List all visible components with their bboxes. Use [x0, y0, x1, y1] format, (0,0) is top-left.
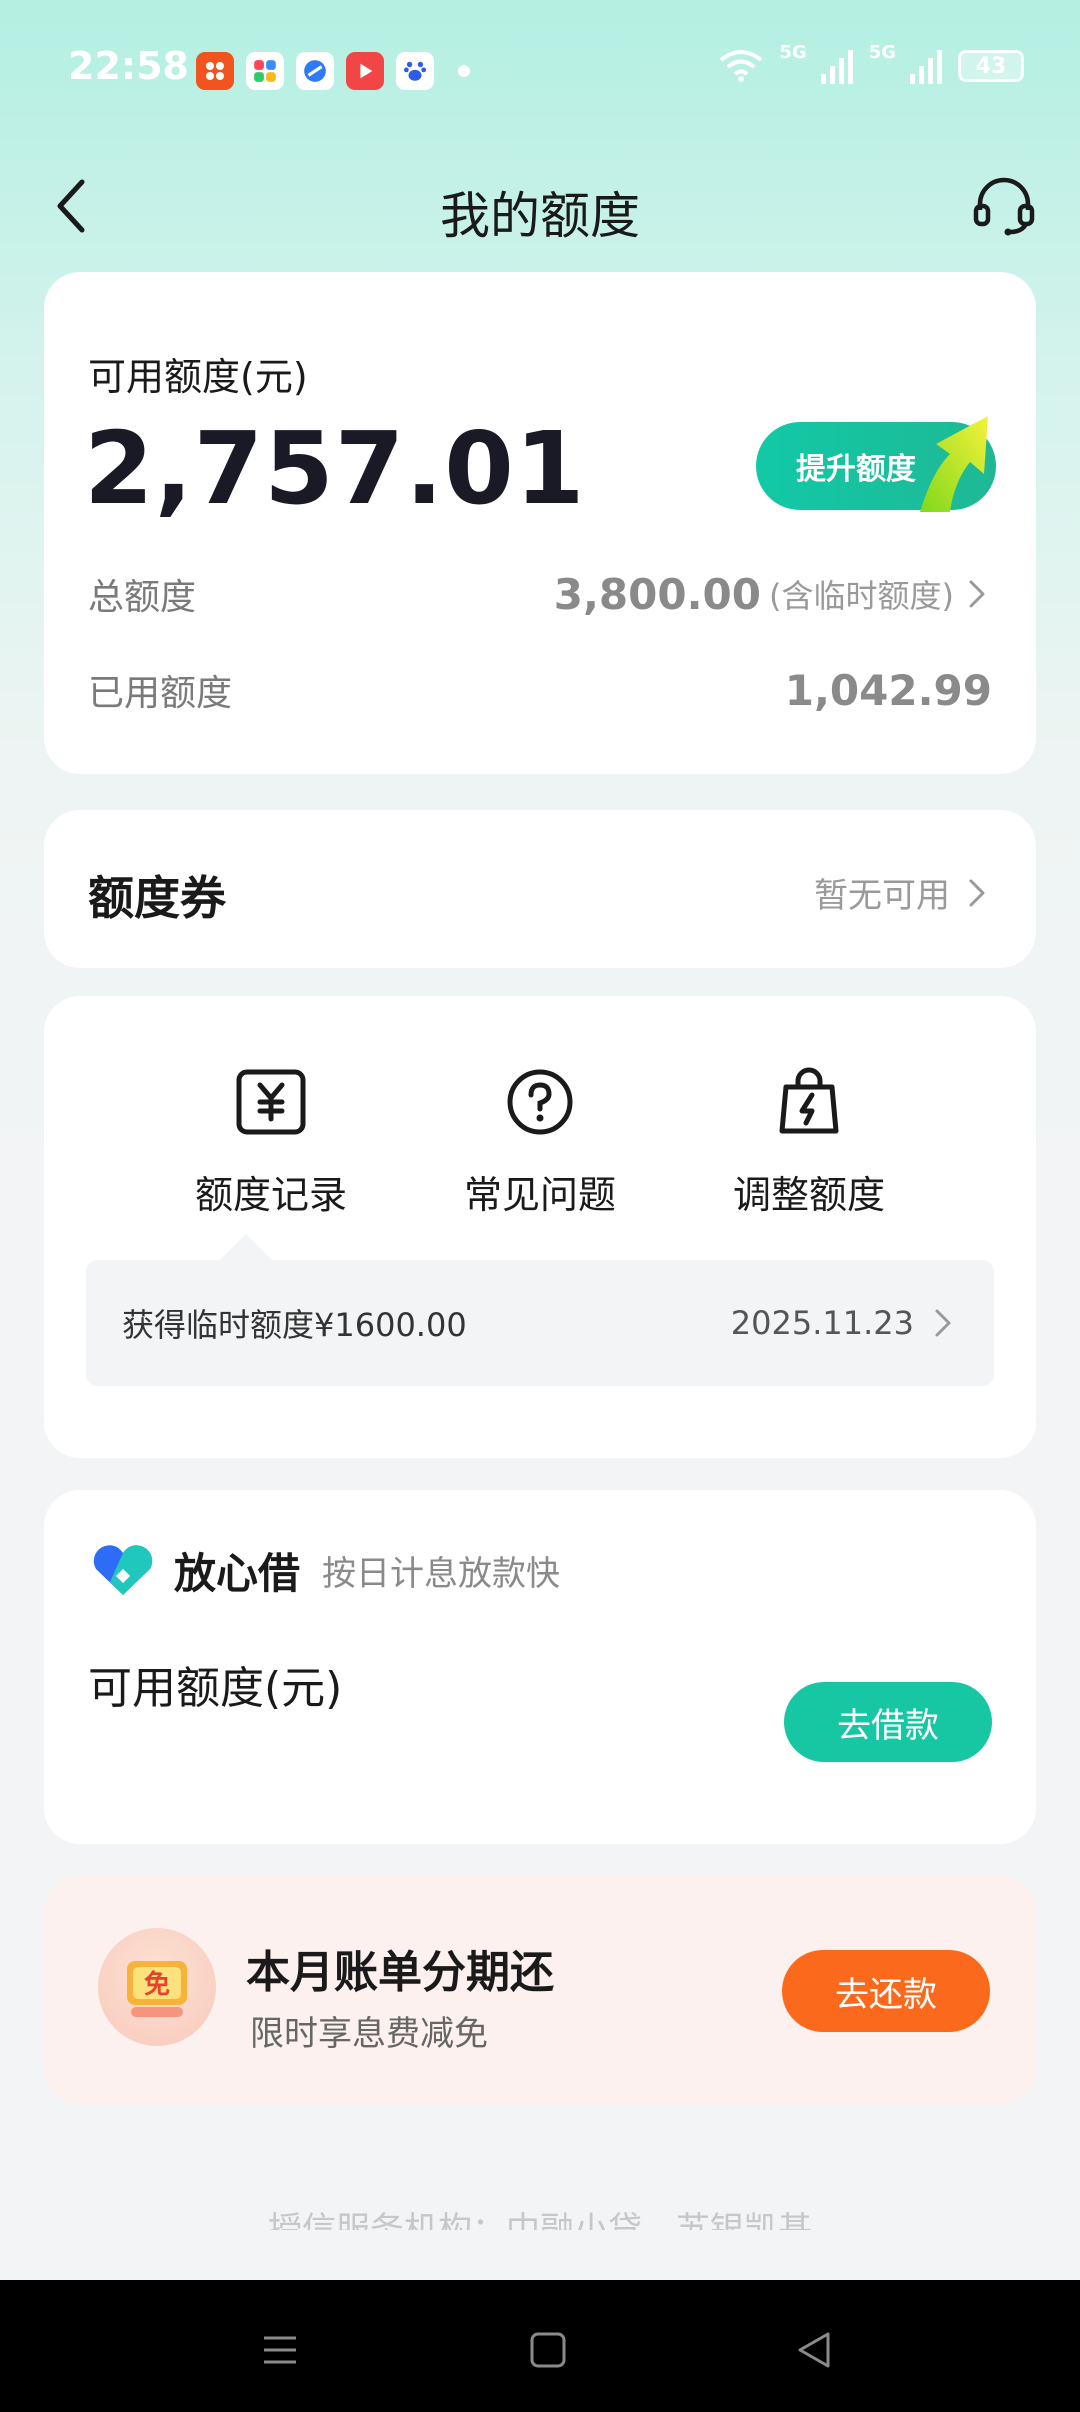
- yuan-receipt-icon: [235, 1066, 307, 1138]
- app-notification-icon: [246, 52, 284, 90]
- home-square-icon: [530, 2332, 566, 2368]
- chevron-right-icon: [928, 1308, 958, 1338]
- menu-icon: [264, 2336, 296, 2364]
- coupon-status: 暂无可用: [814, 876, 950, 916]
- total-quota-label: 总额度: [88, 577, 197, 618]
- home-button[interactable]: [518, 2320, 578, 2380]
- used-quota-label: 已用额度: [88, 673, 233, 714]
- chevron-right-icon: [962, 878, 992, 908]
- promo-subtitle: 限时享息费减免: [250, 2014, 488, 2054]
- available-quota-label: 可用额度(元): [88, 355, 308, 399]
- used-quota-value: 1,042.99: [784, 665, 992, 715]
- chevron-right-icon: [962, 579, 992, 609]
- notification-icons: [196, 52, 470, 90]
- loan-brand-name: 放心借: [174, 1549, 301, 1598]
- menu-button[interactable]: [250, 2320, 310, 2380]
- badge-text: 免: [144, 1969, 170, 2000]
- system-navigation-bar: [0, 2280, 1080, 2412]
- quota-coupon-card[interactable]: 额度券 暂无可用: [44, 810, 1036, 968]
- quota-records-label: 额度记录: [194, 1173, 347, 1217]
- quota-records-button[interactable]: 额度记录: [161, 1066, 381, 1219]
- notice-pointer: [220, 1234, 272, 1260]
- quota-coupon-title: 额度券: [88, 871, 226, 925]
- up-arrow-icon: [920, 416, 988, 512]
- signal-icon: [910, 50, 942, 84]
- question-circle-icon: [504, 1066, 576, 1138]
- back-triangle-icon: [798, 2332, 830, 2368]
- available-quota-amount: 2,757.01: [84, 410, 586, 527]
- notice-date: 2025.11.23: [730, 1304, 914, 1342]
- customer-service-button[interactable]: [968, 170, 1040, 242]
- adjust-quota-label: 调整额度: [732, 1173, 885, 1217]
- nav-bar: 我的额度: [0, 140, 1080, 280]
- faq-button[interactable]: 常见问题: [430, 1066, 650, 1219]
- loan-card: 放心借 按日计息放款快 可用额度(元) 去借款: [44, 1490, 1036, 1844]
- app-notification-icon: [296, 52, 334, 90]
- notice-text: 获得临时额度¥1600.00: [122, 1306, 467, 1344]
- more-notifications-dot: [458, 65, 470, 77]
- temporary-quota-notice[interactable]: 获得临时额度¥1600.00 2025.11.23: [86, 1260, 994, 1386]
- total-quota-value: 3,800.00: [553, 569, 762, 619]
- status-indicators: 5G 5G 43: [717, 42, 1024, 84]
- network-type-label: 5G: [868, 41, 896, 63]
- network-type-label: 5G: [779, 41, 807, 63]
- loan-brand: 放心借 按日计息放款快: [88, 1540, 560, 1601]
- repay-button[interactable]: 去还款: [782, 1950, 990, 2032]
- total-quota-row[interactable]: 总额度 3,800.00 (含临时额度): [88, 564, 992, 624]
- borrow-button[interactable]: 去借款: [784, 1682, 992, 1762]
- loan-slogan: 按日计息放款快: [322, 1554, 561, 1594]
- wifi-icon: [720, 50, 763, 82]
- status-time: 22:58: [68, 44, 189, 88]
- headset-icon: [973, 177, 1035, 236]
- video-app-icon: [346, 52, 384, 90]
- adjust-quota-button[interactable]: 调整额度: [699, 1066, 919, 1219]
- back-nav-button[interactable]: [784, 2320, 844, 2380]
- promo-title: 本月账单分期还: [246, 1947, 554, 1998]
- quota-tools-card: 额度记录 常见问题 调整额度 获得临时额度¥1600.00 2025.11.23: [44, 996, 1036, 1458]
- faq-label: 常见问题: [463, 1173, 616, 1217]
- baidu-app-icon: [396, 52, 434, 90]
- temporary-quota-note: (含临时额度): [769, 577, 954, 615]
- loan-available-label: 可用额度(元): [88, 1663, 343, 1714]
- signal-icon: [820, 50, 853, 84]
- installment-promo-card: 免 本月账单分期还 限时享息费减免 去还款: [44, 1876, 1036, 2104]
- bag-lightning-icon: [773, 1066, 845, 1138]
- app-notification-icon: [196, 52, 234, 90]
- battery-indicator: 43: [958, 50, 1024, 82]
- status-bar: 22:58 5G 5G 43: [0, 0, 1080, 140]
- heart-logo-icon: [93, 1544, 153, 1595]
- available-quota-card: 可用额度(元) 2,757.01 提升额度 总额度 3,800.00 (含临时额…: [44, 272, 1036, 774]
- page-title: 我的额度: [440, 187, 640, 245]
- used-quota-row: 已用额度 1,042.99: [88, 660, 992, 720]
- footer-text: 授信服务机构：中融小贷、苏银凯基: [268, 2210, 812, 2230]
- fee-waiver-badge-icon: 免: [98, 1928, 216, 2046]
- coupon-status-link[interactable]: 暂无可用: [814, 868, 992, 917]
